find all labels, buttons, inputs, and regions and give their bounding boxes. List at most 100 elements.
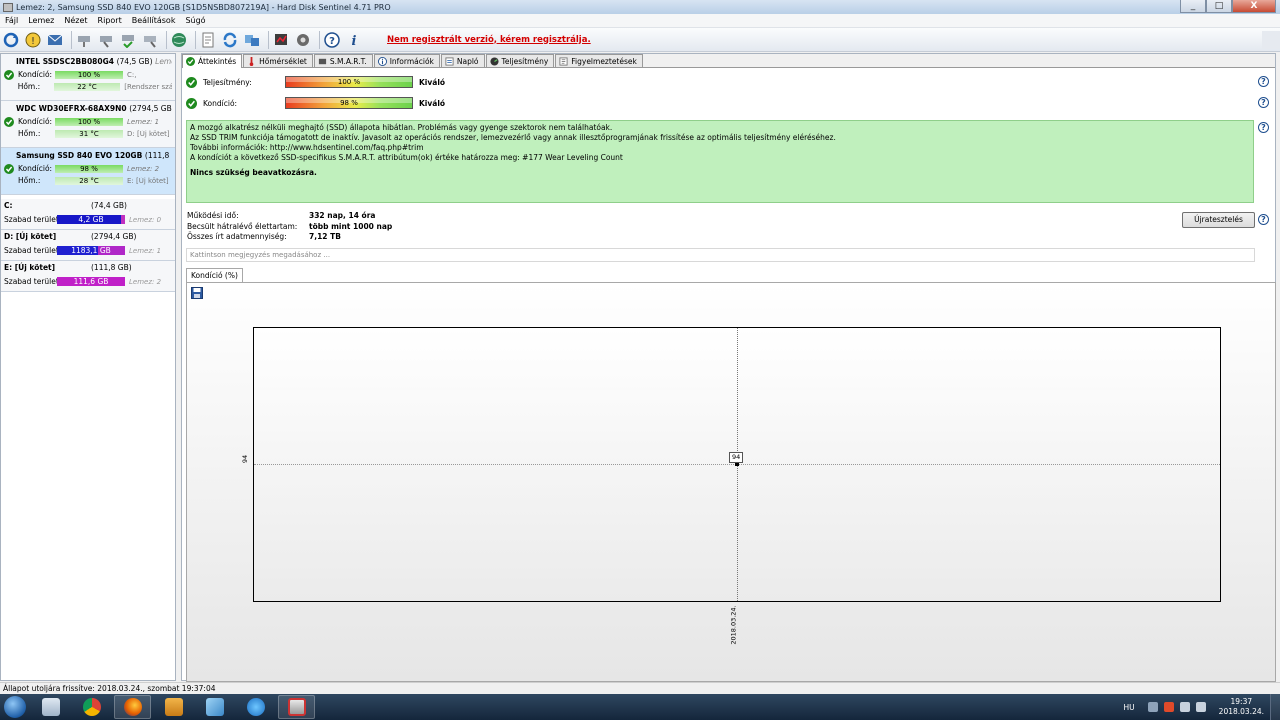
globe-icon[interactable] — [170, 31, 188, 49]
close-button[interactable]: X — [1232, 0, 1276, 13]
settings-icon[interactable] — [294, 31, 312, 49]
volume-item[interactable]: E: [Új kötet] (111,8 GB) Szabad terület 1… — [1, 261, 175, 292]
condition-row: Kondíció: 100 % Lemez: 1 — [4, 116, 172, 127]
ie-icon — [246, 698, 265, 716]
mail-icon[interactable] — [46, 31, 64, 49]
tray-network-icon[interactable] — [1179, 702, 1190, 712]
help-icon[interactable]: ? — [1258, 122, 1269, 133]
volume-size: (111,8 GB) — [91, 263, 132, 272]
disk-number: Lemez: 0 — [155, 57, 172, 66]
disk-list-panel: INTEL SSDSC2BB080G4 (74,5 GB) Lemez: 0 K… — [0, 53, 176, 681]
check-icon — [186, 57, 195, 66]
media-player-icon — [164, 698, 183, 716]
clock-date: 2018.03.24. — [1218, 707, 1264, 716]
document-icon[interactable] — [199, 31, 217, 49]
disk-item[interactable]: INTEL SSDSC2BB080G4 (74,5 GB) Lemez: 0 K… — [1, 54, 175, 101]
tray-volume-icon[interactable] — [1195, 702, 1206, 712]
chart-tab-condition[interactable]: Kondíció (%) — [186, 268, 243, 283]
tray-alert-icon[interactable] — [1163, 702, 1174, 712]
disk-tool-3-icon[interactable] — [141, 31, 159, 49]
help-icon[interactable]: ? — [1258, 214, 1269, 225]
disk-tool-1-icon[interactable] — [75, 31, 93, 49]
condition-row: Kondíció: 100 % C:, — [4, 69, 172, 80]
minimize-button[interactable]: _ — [1180, 0, 1206, 13]
log-icon — [445, 56, 454, 66]
condition-plot: 94 — [253, 327, 1221, 602]
info-line: A kondíciót a következő SSD-specifikus S… — [190, 153, 623, 162]
disk-name: INTEL SSDSC2BB080G4 — [16, 57, 114, 66]
taskbar-item[interactable] — [73, 695, 110, 719]
info-icon — [377, 56, 387, 66]
volume-name: C: — [4, 201, 13, 210]
retest-button[interactable]: Újratesztelés — [1182, 212, 1255, 228]
save-icon[interactable] — [191, 287, 203, 299]
info-icon[interactable]: i — [345, 31, 363, 49]
uptime-value: 332 nap, 14 óra — [309, 211, 376, 220]
tab-temperature[interactable]: Hőmérséklet — [243, 54, 313, 67]
menu-settings[interactable]: Beállítások — [127, 16, 181, 25]
registration-link[interactable]: Nem regisztrált verzió, kérem regisztrál… — [387, 35, 591, 45]
start-button[interactable] — [0, 694, 30, 720]
toolbar-separator — [319, 30, 320, 49]
tab-smart[interactable]: S.M.A.R.T. — [313, 54, 373, 67]
menu-report[interactable]: Riport — [93, 16, 127, 25]
tab-alerts[interactable]: Figyelmeztetések — [555, 54, 643, 67]
disk-item-selected[interactable]: Samsung SSD 840 EVO 120GB (111,8 GB) Kon… — [1, 148, 175, 195]
free-space-bar: 111,6 GB — [57, 277, 125, 286]
window-controls: _ □ X — [1180, 0, 1276, 13]
show-desktop-button[interactable] — [1270, 694, 1280, 720]
hard-disk-sentinel-icon — [287, 698, 306, 716]
alert-icon[interactable]: ! — [24, 31, 42, 49]
language-indicator[interactable]: HU — [1124, 703, 1135, 712]
menu-view[interactable]: Nézet — [59, 16, 92, 25]
taskbar-item[interactable] — [155, 695, 192, 719]
help-icon[interactable]: ? — [323, 31, 341, 49]
free-space-label: Szabad terület — [4, 277, 59, 286]
volume-item[interactable]: C: (74,4 GB) Szabad terület 4,2 GB Lemez:… — [1, 199, 175, 230]
tray-arrow-icon[interactable] — [1147, 702, 1158, 712]
taskbar-item[interactable] — [237, 695, 274, 719]
volume-label: D: [Új kötet] — [127, 129, 170, 138]
volume-disk-number: Lemez: 0 — [129, 215, 162, 224]
temperature-row: Hőm.: 28 °C E: [Új kötet] — [4, 175, 172, 186]
taskbar-item[interactable] — [32, 695, 69, 719]
volume-item[interactable]: D: [Új kötet] (2794,4 GB) Szabad terület … — [1, 230, 175, 261]
info-line-link[interactable]: További információk: http://www.hdsentin… — [190, 143, 1250, 153]
tab-log[interactable]: Napló — [440, 54, 485, 67]
condition-label: Kondíció: — [18, 164, 53, 173]
taskbar-item[interactable] — [196, 695, 233, 719]
note-input[interactable]: Kattintson megjegyzés megadásához ... — [186, 248, 1255, 262]
temperature-bar: 31 °C — [55, 129, 123, 138]
sync-icon[interactable] — [221, 31, 239, 49]
disk-check-icon[interactable] — [119, 31, 137, 49]
firefox-icon — [123, 698, 142, 716]
condition-rating: Kiváló — [419, 98, 446, 108]
tab-information[interactable]: Információk — [373, 54, 440, 67]
transfer-icon[interactable] — [243, 31, 261, 49]
disk-size: (74,5 GB) — [116, 57, 153, 66]
refresh-icon[interactable] — [2, 31, 20, 49]
report-icon[interactable] — [272, 31, 290, 49]
menu-file[interactable]: Fájl — [0, 16, 23, 25]
volume-name: D: [Új kötet] — [4, 232, 57, 241]
help-icon[interactable]: ? — [1258, 97, 1269, 108]
disk-tool-2-icon[interactable] — [97, 31, 115, 49]
menu-help[interactable]: Súgó — [180, 16, 210, 25]
disk-item[interactable]: WDC WD30EFRX-68AX9N0 (2794,5 GB) Kondíci… — [1, 101, 175, 148]
menu-disk[interactable]: Lemez — [23, 16, 59, 25]
tab-performance[interactable]: Teljesítmény — [485, 54, 555, 67]
taskbar-item[interactable] — [114, 695, 151, 719]
temperature-row: Hőm.: 31 °C D: [Új kötet] — [4, 128, 172, 139]
taskbar: HU 19:37 2018.03.24. — [0, 694, 1280, 720]
help-icon[interactable]: ? — [1258, 76, 1269, 87]
maximize-button[interactable]: □ — [1206, 0, 1232, 13]
temperature-label: Hőm.: — [17, 82, 41, 91]
clock[interactable]: 19:37 2018.03.24. — [1219, 697, 1264, 717]
temperature-extra: [Rendszer szá — [124, 82, 172, 91]
x-tick-label: 2018.03.24. — [729, 605, 738, 645]
taskbar-item[interactable] — [278, 695, 315, 719]
status-info-box: A mozgó alkatrész nélküli meghajtó (SSD)… — [186, 120, 1254, 203]
title-bar: Lemez: 2, Samsung SSD 840 EVO 120GB [S1D… — [0, 0, 1280, 14]
ok-check-icon — [4, 163, 14, 174]
tab-overview[interactable]: Áttekintés — [182, 54, 243, 68]
